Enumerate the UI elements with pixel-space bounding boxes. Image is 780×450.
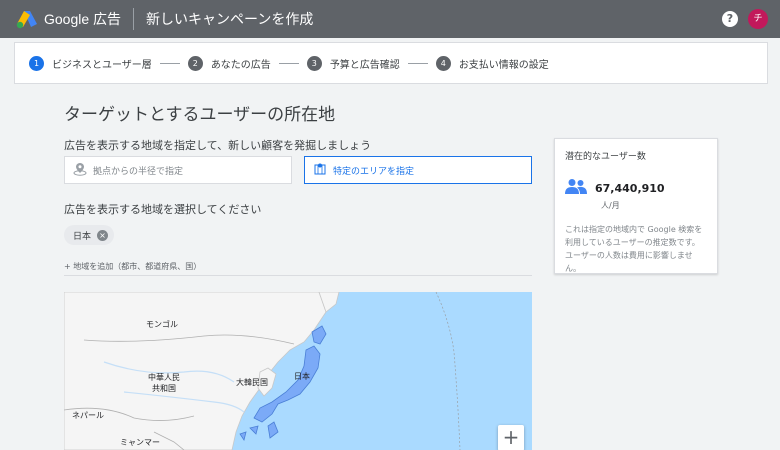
zoom-in-button[interactable]: + (498, 425, 524, 450)
map-label-mongolia: モンゴル (146, 320, 178, 329)
step-label: お支払い情報の設定 (458, 59, 549, 71)
section-title: ターゲットとするユーザーの所在地 (64, 105, 336, 125)
select-region-label: 広告を表示する地域を選択してください (64, 203, 262, 216)
avatar[interactable]: チ (748, 9, 768, 29)
people-icon (565, 178, 587, 198)
step-label: ビジネスとユーザー層 (52, 59, 152, 71)
step-connector (278, 62, 299, 64)
map-pin-icon (313, 162, 327, 179)
radius-option-button[interactable]: 拠点からの半径で指定 (64, 156, 292, 184)
chip-label: 日本 (73, 231, 92, 242)
map-label-china: 中華人民 共和国 (148, 373, 180, 393)
step-number: 1 (29, 55, 44, 71)
audience-note: これは指定の地域内で Google 検索を利用しているユーザーの推定数です。ユー… (565, 225, 703, 273)
step-budget[interactable]: 3 予算と広告確認 (306, 55, 400, 71)
audience-title: 潜在的なユーザー数 (565, 152, 646, 162)
audience-row: 67,440,910 (565, 178, 707, 198)
step-number: 2 (187, 55, 203, 71)
region-map[interactable]: モンゴル 中華人民 共和国 大韓民国 日本 ネパール ミャンマー (64, 292, 532, 450)
map-label-myanmar: ミャンマー (120, 438, 160, 447)
region-chip-japan[interactable]: 日本 × (64, 225, 115, 245)
map-label-korea: 大韓民国 (236, 378, 268, 387)
add-region-link[interactable]: + 地域を追加（都市、都道府県、国） (64, 261, 201, 272)
map-label-japan: 日本 (294, 372, 310, 381)
location-pin-icon (73, 162, 87, 179)
step-connector (159, 62, 180, 64)
method-label: 広告を表示する地域を指定して、新しい顧客を発掘しましょう (64, 139, 372, 152)
area-option-label: 特定のエリアを指定 (333, 166, 415, 177)
close-icon[interactable]: × (97, 229, 109, 241)
step-ads[interactable]: 2 あなたの広告 (187, 55, 271, 71)
app-header: Google 広告 新しいキャンペーンを作成 (0, 0, 780, 38)
audience-card: 潜在的なユーザー数 67,440,910 人/月 これは指定の地域内で Goog… (554, 138, 718, 274)
radius-option-label: 拠点からの半径で指定 (93, 166, 184, 177)
step-label: 予算と広告確認 (329, 59, 400, 71)
product-name: Google 広告 (44, 11, 122, 27)
step-billing[interactable]: 4 お支払い情報の設定 (435, 55, 549, 71)
header-divider (133, 8, 135, 30)
help-icon[interactable]: ? (722, 11, 738, 27)
map-label-nepal: ネパール (72, 411, 104, 420)
step-connector (407, 62, 428, 64)
google-ads-logo[interactable] (16, 9, 38, 29)
campaign-stepper: 1 ビジネスとユーザー層 2 あなたの広告 3 予算と広告確認 4 お支払い情報… (14, 42, 768, 84)
divider (64, 275, 532, 276)
step-number: 4 (435, 55, 451, 71)
audience-count: 67,440,910 (595, 181, 665, 195)
audience-unit: 人/月 (601, 201, 620, 210)
page-title: 新しいキャンペーンを作成 (146, 12, 314, 28)
step-label: あなたの広告 (210, 59, 271, 71)
step-business[interactable]: 1 ビジネスとユーザー層 (29, 55, 152, 71)
area-option-button[interactable]: 特定のエリアを指定 (304, 156, 532, 184)
step-number: 3 (306, 55, 322, 71)
